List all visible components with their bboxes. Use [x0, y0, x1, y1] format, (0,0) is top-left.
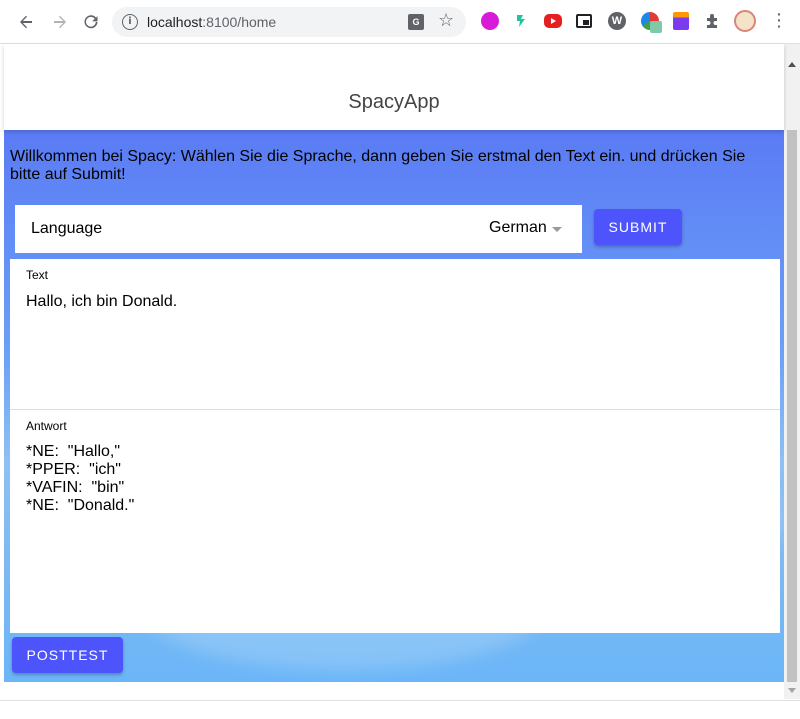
app-header: SpacyApp — [4, 44, 784, 130]
text-field-label: Text — [26, 268, 49, 282]
kebab-menu-icon[interactable]: ⋮ — [770, 10, 788, 34]
avatar-icon[interactable] — [734, 10, 756, 32]
scroll-up-arrow-icon[interactable] — [788, 62, 796, 67]
scroll-down-arrow-icon[interactable] — [788, 688, 796, 693]
reload-icon[interactable] — [78, 9, 104, 35]
picture-in-picture-extension-icon[interactable] — [576, 14, 592, 28]
language-select[interactable]: Language German — [15, 205, 582, 253]
youtube-extension-icon[interactable] — [544, 14, 562, 28]
text-input[interactable]: Hallo, ich bin Donald. — [26, 293, 177, 311]
puzzle-icon[interactable] — [704, 12, 722, 30]
color-circles-extension-icon[interactable] — [641, 12, 662, 33]
welcome-text: Willkommen bei Spacy: Wählen Sie die Spr… — [10, 148, 746, 183]
answer-field-label: Antwort — [26, 419, 67, 433]
page-scrollbar[interactable] — [784, 44, 800, 699]
w-extension-icon[interactable]: W — [608, 12, 626, 30]
green-figure-extension-icon[interactable] — [512, 12, 530, 30]
language-selected-value[interactable]: German — [489, 219, 547, 237]
page-title: SpacyApp — [348, 91, 440, 113]
site-info-icon[interactable]: i — [122, 14, 138, 30]
browser-toolbar: i localhost:8100/home G ☆ W ⋮ — [0, 0, 800, 44]
language-label: Language — [31, 220, 103, 237]
input-card: Text Hallo, ich bin Donald. Antwort *NE:… — [10, 259, 780, 633]
divider — [10, 409, 780, 410]
arrow-forward-icon[interactable] — [47, 9, 73, 35]
url-text: localhost:8100/home — [147, 14, 277, 30]
arrow-back-icon[interactable] — [13, 9, 39, 35]
answer-output[interactable]: *NE: "Hallo," *PPER: "ich" *VAFIN: "bin"… — [26, 443, 134, 515]
submit-button[interactable]: SUBMIT — [594, 209, 682, 245]
star-icon[interactable]: ☆ — [438, 10, 454, 31]
address-bar[interactable]: i localhost:8100/home G ☆ — [112, 7, 466, 37]
scrollbar-thumb[interactable] — [787, 130, 797, 682]
window-bottom-edge — [0, 700, 800, 719]
content-area: Willkommen bei Spacy: Wählen Sie die Spr… — [4, 130, 784, 682]
translate-icon[interactable]: G — [408, 14, 424, 30]
posttest-button[interactable]: POSTTEST — [12, 637, 123, 673]
caret-down-icon[interactable] — [552, 227, 562, 232]
pink-circle-extension-icon[interactable] — [481, 12, 499, 30]
paint-bucket-extension-icon[interactable] — [673, 12, 689, 30]
